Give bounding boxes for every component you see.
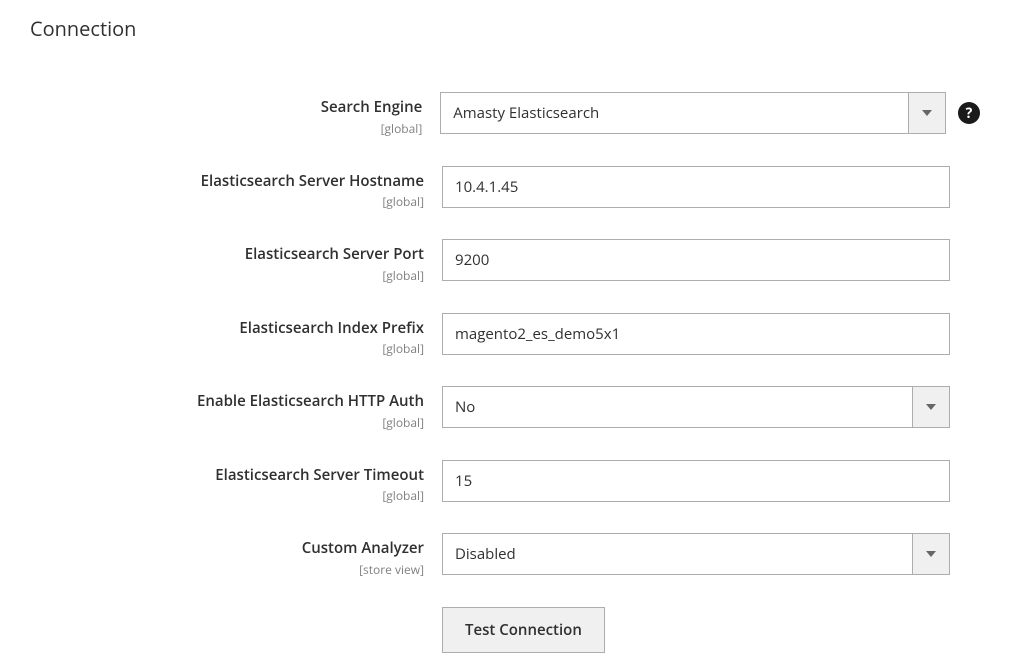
label-http-auth: Enable Elasticsearch HTTP Auth (197, 391, 424, 411)
label-custom-analyzer: Custom Analyzer (302, 538, 424, 558)
input-hostname[interactable] (442, 166, 950, 208)
field-index-prefix: Elasticsearch Index Prefix [global] (30, 313, 980, 358)
field-http-auth: Enable Elasticsearch HTTP Auth [global] … (30, 386, 980, 431)
field-search-engine: Search Engine [global] Amasty Elasticsea… (30, 92, 980, 137)
input-index-prefix[interactable] (442, 313, 950, 355)
field-timeout: Elasticsearch Server Timeout [global] (30, 460, 980, 505)
label-port: Elasticsearch Server Port (245, 244, 424, 264)
input-port[interactable] (442, 239, 950, 281)
label-timeout: Elasticsearch Server Timeout (215, 465, 424, 485)
scope-http-auth: [global] (30, 414, 424, 431)
field-port: Elasticsearch Server Port [global] (30, 239, 980, 284)
scope-search-engine: [global] (30, 120, 422, 137)
input-timeout[interactable] (442, 460, 950, 502)
help-icon[interactable]: ? (958, 102, 980, 124)
label-search-engine: Search Engine (321, 97, 423, 117)
scope-hostname: [global] (30, 193, 424, 210)
select-search-engine[interactable]: Amasty Elasticsearch (440, 92, 946, 134)
field-custom-analyzer: Custom Analyzer [store view] Disabled (30, 533, 980, 578)
section-title: Connection (30, 15, 980, 42)
label-hostname: Elasticsearch Server Hostname (201, 171, 424, 191)
label-index-prefix: Elasticsearch Index Prefix (239, 318, 424, 338)
scope-port: [global] (30, 267, 424, 284)
select-http-auth[interactable]: No (442, 386, 950, 428)
scope-index-prefix: [global] (30, 340, 424, 357)
field-hostname: Elasticsearch Server Hostname [global] (30, 166, 980, 211)
select-custom-analyzer[interactable]: Disabled (442, 533, 950, 575)
scope-custom-analyzer: [store view] (30, 561, 424, 578)
scope-timeout: [global] (30, 487, 424, 504)
test-connection-button[interactable]: Test Connection (442, 607, 605, 653)
